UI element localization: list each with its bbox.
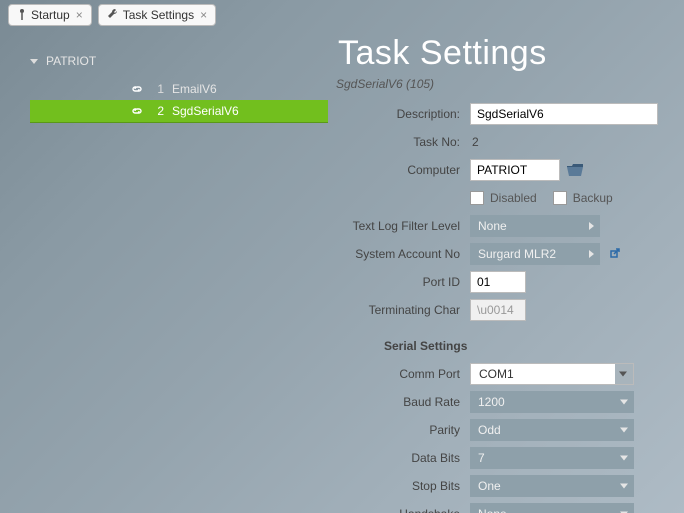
tab-bar: Startup × Task Settings × [0, 0, 684, 26]
log-filter-select[interactable]: None [470, 215, 600, 237]
chevron-down-icon [620, 428, 628, 433]
comm-port-value: COM1 [479, 367, 514, 381]
comm-port-select[interactable]: COM1 [470, 363, 634, 385]
account-label: System Account No [336, 247, 470, 261]
chevron-down-icon [620, 456, 628, 461]
data-bits-value: 7 [478, 451, 485, 465]
chevron-right-icon [589, 222, 594, 230]
wrench-icon [107, 8, 119, 23]
page-subtitle: SgdSerialV6 (105) [328, 77, 684, 91]
tree-item-num: 1 [152, 82, 164, 96]
port-id-label: Port ID [336, 275, 470, 289]
external-link-icon[interactable] [606, 246, 622, 262]
main-panel: Task Settings SgdSerialV6 (105) Descript… [328, 30, 684, 513]
backup-label: Backup [573, 191, 613, 205]
account-value: Surgard MLR2 [478, 247, 556, 261]
tab-label: Task Settings [123, 8, 194, 22]
disabled-checkbox[interactable] [470, 191, 484, 205]
chevron-down-icon [619, 372, 627, 377]
link-icon [130, 104, 144, 118]
page-title: Task Settings [328, 34, 684, 73]
data-bits-select[interactable]: 7 [470, 447, 634, 469]
tree-panel: PATRIOT 1 EmailV6 2 SgdSerialV6 [0, 30, 328, 513]
close-icon[interactable]: × [200, 8, 207, 22]
tab-startup[interactable]: Startup × [8, 4, 92, 26]
handshake-select[interactable]: None [470, 503, 634, 513]
baud-rate-label: Baud Rate [336, 395, 470, 409]
chevron-down-icon [620, 484, 628, 489]
tab-task-settings[interactable]: Task Settings × [98, 4, 216, 26]
task-no-label: Task No: [336, 135, 470, 149]
log-filter-value: None [478, 219, 507, 233]
stop-bits-value: One [478, 479, 501, 493]
tree-item-num: 2 [152, 104, 164, 118]
tree-item-label: SgdSerialV6 [172, 104, 239, 118]
description-label: Description: [336, 107, 470, 121]
handshake-label: Handshake [336, 507, 470, 513]
data-bits-label: Data Bits [336, 451, 470, 465]
chevron-down-icon [620, 400, 628, 405]
log-filter-label: Text Log Filter Level [336, 219, 470, 233]
term-char-label: Terminating Char [336, 303, 470, 317]
parity-value: Odd [478, 423, 501, 437]
disabled-label: Disabled [490, 191, 537, 205]
stop-bits-select[interactable]: One [470, 475, 634, 497]
serial-heading: Serial Settings [336, 339, 684, 353]
parity-select[interactable]: Odd [470, 419, 634, 441]
link-icon [130, 82, 144, 96]
task-no-value: 2 [470, 135, 479, 149]
tree-item-sgdserial[interactable]: 2 SgdSerialV6 [30, 100, 328, 123]
backup-checkbox[interactable] [553, 191, 567, 205]
handshake-value: None [478, 507, 507, 513]
tree-root-label: PATRIOT [46, 54, 96, 68]
baud-rate-select[interactable]: 1200 [470, 391, 634, 413]
tree-root-item[interactable]: PATRIOT [30, 50, 328, 72]
antenna-icon [17, 8, 27, 23]
computer-input[interactable] [470, 159, 560, 181]
baud-rate-value: 1200 [478, 395, 505, 409]
description-input[interactable] [470, 103, 658, 125]
computer-label: Computer [336, 163, 470, 177]
port-id-input[interactable] [470, 271, 526, 293]
tree-item-email[interactable]: 1 EmailV6 [30, 78, 328, 100]
open-folder-icon[interactable] [566, 162, 584, 178]
account-select[interactable]: Surgard MLR2 [470, 243, 600, 265]
tree-item-label: EmailV6 [172, 82, 217, 96]
close-icon[interactable]: × [76, 8, 83, 22]
stop-bits-label: Stop Bits [336, 479, 470, 493]
chevron-down-icon [30, 59, 38, 64]
tab-label: Startup [31, 8, 70, 22]
comm-port-label: Comm Port [336, 367, 470, 381]
parity-label: Parity [336, 423, 470, 437]
chevron-right-icon [589, 250, 594, 258]
term-char-input [470, 299, 526, 321]
